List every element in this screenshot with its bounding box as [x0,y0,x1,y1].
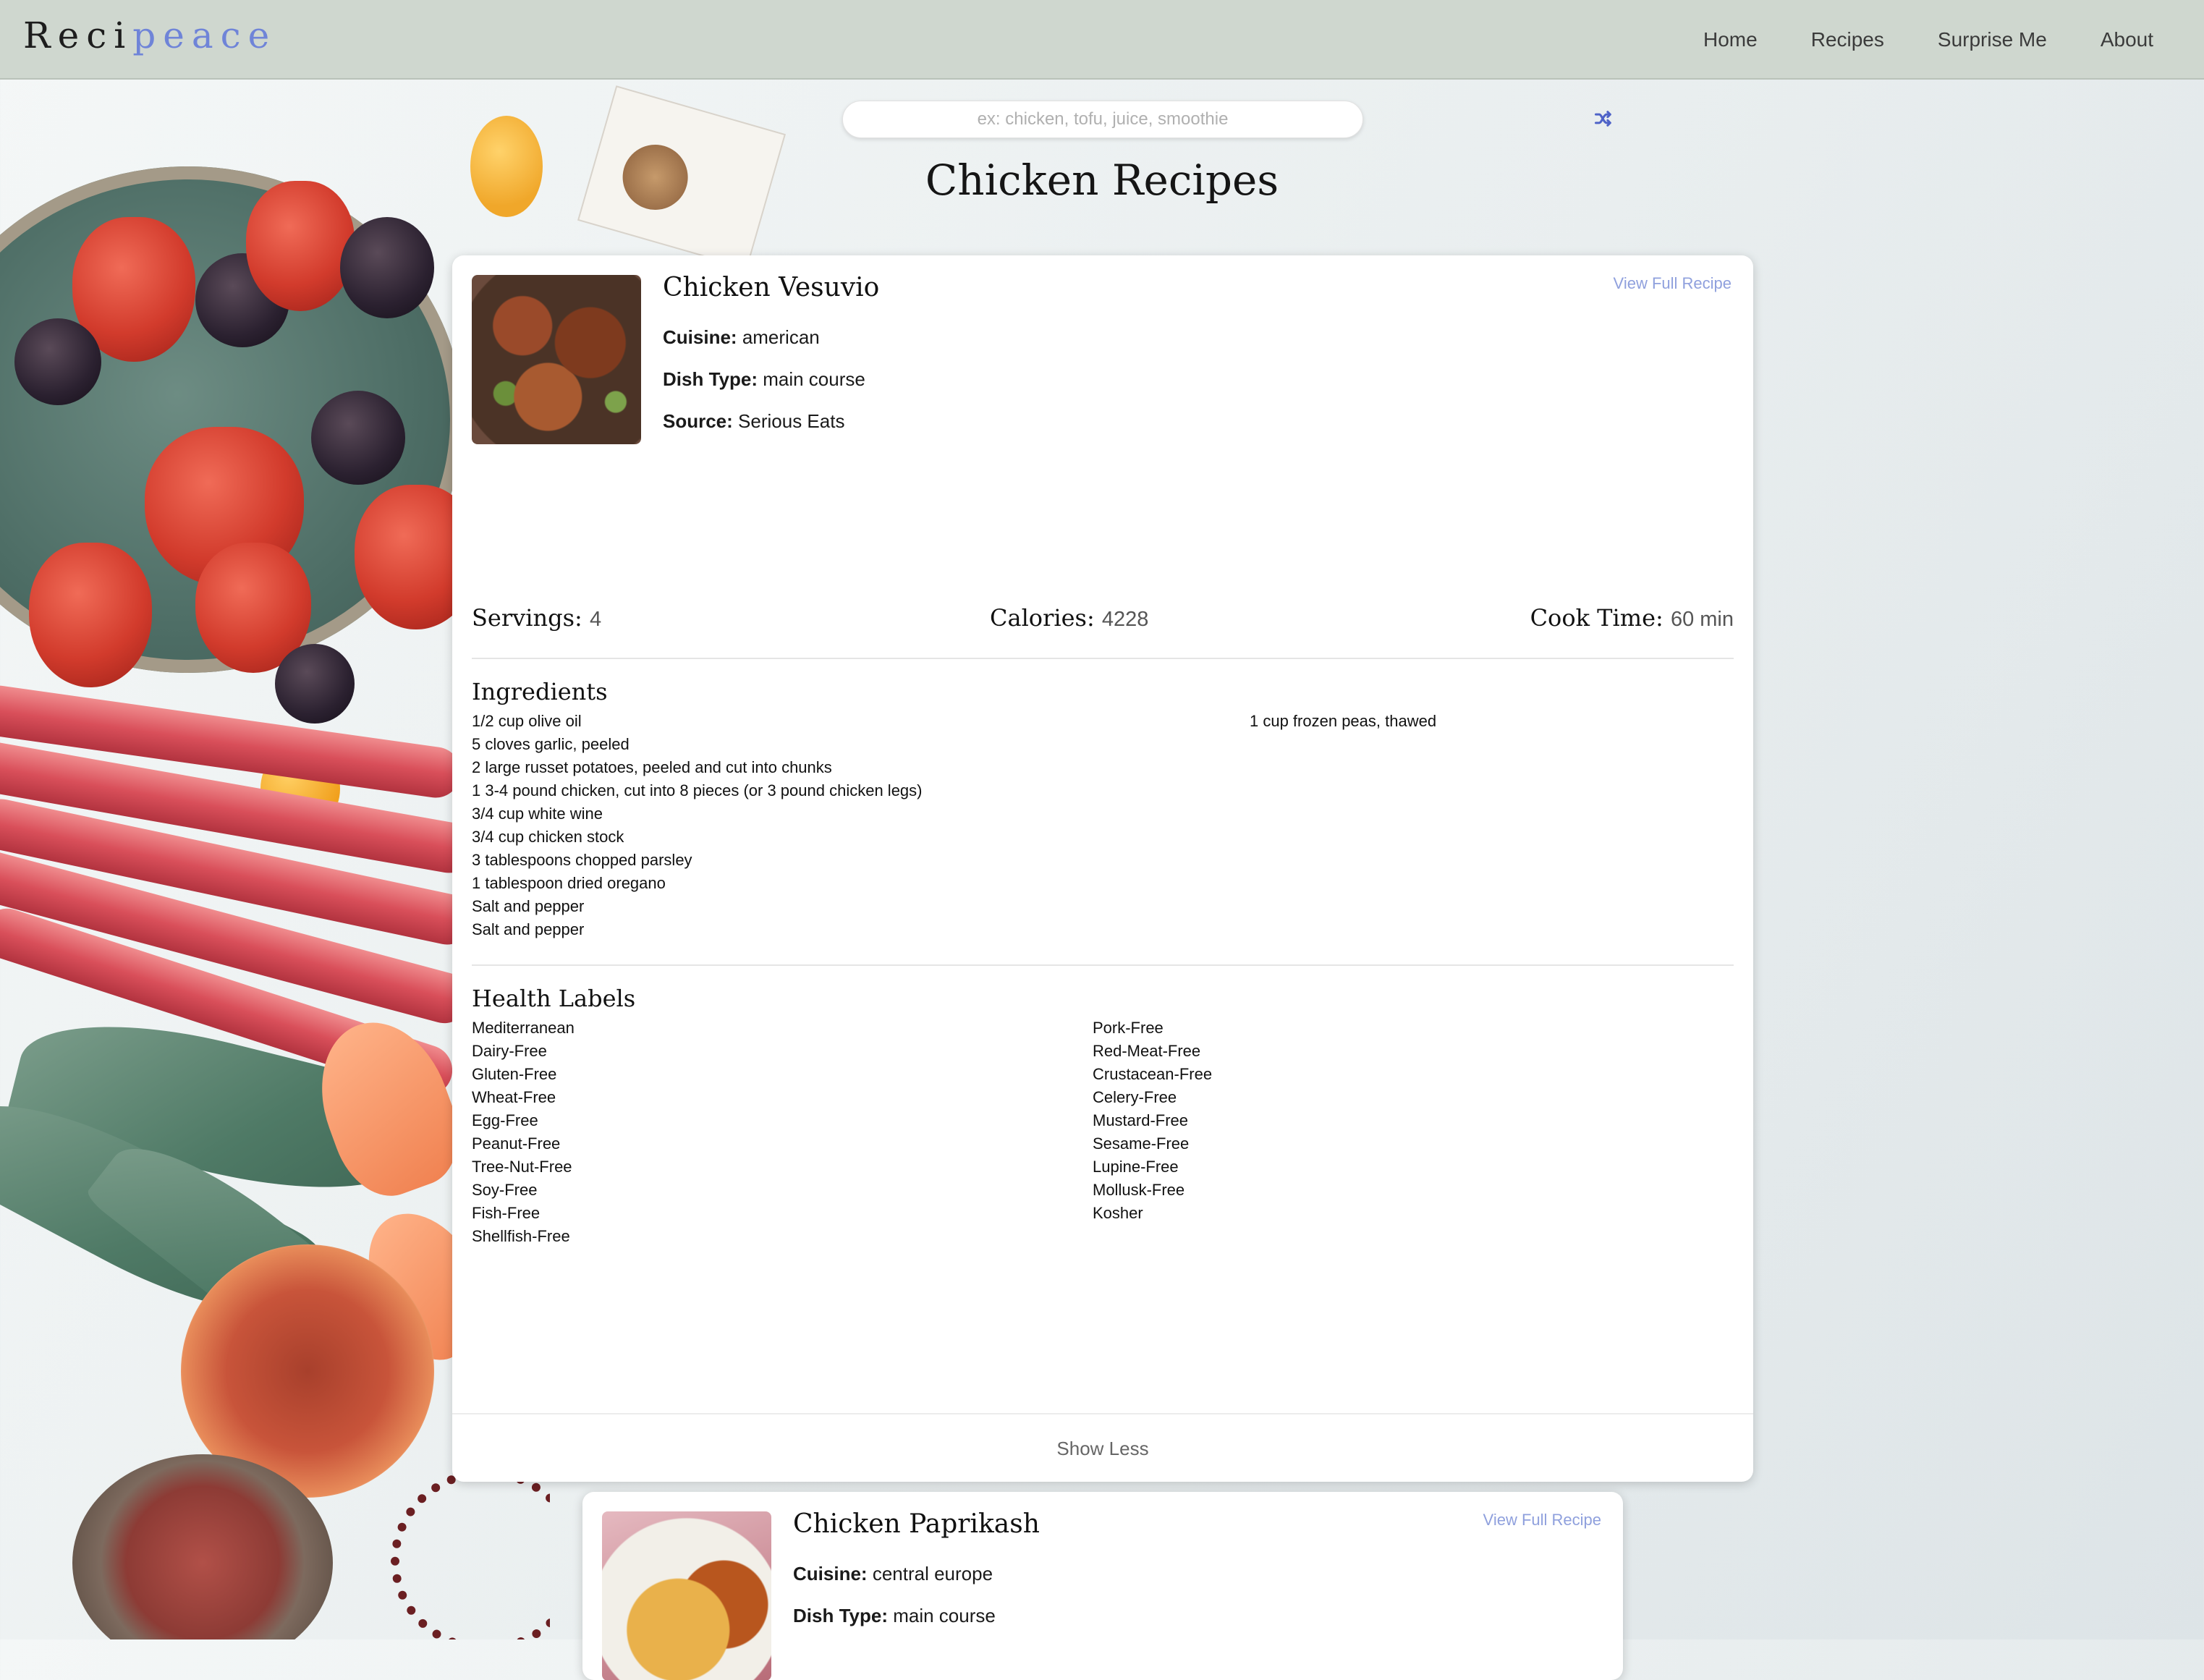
cook-time-label: Cook Time: [1530,604,1663,632]
servings-label: Servings: [472,604,582,632]
cuisine-value: american [742,326,820,348]
servings-value: 4 [589,608,602,631]
health-label-item: Tree-Nut-Free [472,1158,572,1176]
divider [472,964,1734,966]
nav-link-about[interactable]: About [2101,28,2153,51]
brand-suffix: peace [132,14,277,56]
brand-prefix: Reci [23,14,133,56]
search-input[interactable] [842,101,1363,138]
dish-type-value: main course [763,368,865,390]
recipe-card-expanded: Chicken Vesuvio View Full Recipe Cuisine… [452,255,1753,1482]
top-navbar: Recipeace Home Recipes Surprise Me About [0,0,2204,80]
bead-decoration [391,1469,550,1639]
health-label-item: Mustard-Free [1093,1111,1189,1129]
ingredient-item: 1/2 cup olive oil [472,712,582,730]
cuisine-field: Cuisine: american [663,326,820,349]
divider [472,658,1734,659]
calories-label: Calories: [990,604,1095,632]
health-label-item: Egg-Free [472,1111,538,1129]
cuisine-label: Cuisine: [793,1563,868,1584]
health-label-item: Peanut-Free [472,1134,561,1153]
show-less-button[interactable]: Show Less [1056,1438,1148,1460]
recipe-stats: Servings: 4 Calories: 4228 Cook Time: 60… [472,604,1734,640]
dish-type-field: Dish Type: main course [793,1605,996,1627]
nav-links: Home Recipes Surprise Me About [1703,0,2153,80]
health-labels-heading: Health Labels [472,985,636,1012]
ingredient-item: 2 large russet potatoes, peeled and cut … [472,758,832,776]
page-title: Chicken Recipes [925,156,1279,205]
cuisine-label: Cuisine: [663,326,737,348]
dish-type-label: Dish Type: [793,1605,888,1626]
recipe-thumbnail[interactable] [472,275,641,444]
source-value: Serious Eats [738,410,845,432]
dish-type-field: Dish Type: main course [663,368,865,391]
health-labels-col2: Pork-Free Red-Meat-Free Crustacean-Free … [1093,1017,1212,1225]
ingredient-item: 1 tablespoon dried oregano [472,874,666,892]
brand-logo[interactable]: Recipeace [23,14,276,56]
health-label-item: Pork-Free [1093,1019,1164,1037]
ingredients-list-col2: 1 cup frozen peas, thawed [1250,710,1436,733]
cuisine-value: central europe [872,1563,993,1584]
source-label: Source: [663,410,733,432]
nav-link-surprise-me[interactable]: Surprise Me [1938,28,2047,51]
ingredient-item: 3/4 cup white wine [472,805,603,823]
health-label-item: Wheat-Free [472,1088,556,1106]
cook-time-stat: Cook Time: 60 min [1530,604,1734,632]
health-label-item: Shellfish-Free [472,1227,570,1245]
recipe-thumbnail[interactable] [602,1511,771,1680]
cuisine-field: Cuisine: central europe [793,1563,993,1585]
card-footer: Show Less [452,1413,1753,1482]
ingredient-item: 3/4 cup chicken stock [472,828,624,846]
ingredient-item: 5 cloves garlic, peeled [472,735,630,753]
ingredient-item: Salt and pepper [472,920,585,938]
view-full-recipe-link[interactable]: View Full Recipe [1483,1511,1601,1530]
ingredient-item: 3 tablespoons chopped parsley [472,851,692,869]
nav-link-home[interactable]: Home [1703,28,1758,51]
dish-type-value: main course [893,1605,996,1626]
recipe-title: Chicken Vesuvio [663,273,880,302]
nav-link-recipes[interactable]: Recipes [1811,28,1884,51]
cook-time-value: 60 min [1670,608,1734,631]
health-label-item: Kosher [1093,1204,1143,1222]
health-label-item: Dairy-Free [472,1042,547,1060]
source-field: Source: Serious Eats [663,410,844,433]
health-labels-col1: Mediterranean Dairy-Free Gluten-Free Whe… [472,1017,575,1248]
recipe-title: Chicken Paprikash [793,1509,1040,1539]
health-label-item: Lupine-Free [1093,1158,1179,1176]
ingredient-item: Salt and pepper [472,897,585,915]
ingredient-item: 1 cup frozen peas, thawed [1250,712,1437,730]
health-label-item: Mollusk-Free [1093,1181,1185,1199]
recipe-card: Chicken Paprikash View Full Recipe Cuisi… [582,1492,1623,1680]
health-label-item: Crustacean-Free [1093,1065,1213,1083]
health-label-item: Mediterranean [472,1019,575,1037]
health-label-item: Sesame-Free [1093,1134,1190,1153]
calories-stat: Calories: 4228 [990,604,1148,632]
health-label-item: Red-Meat-Free [1093,1042,1201,1060]
ingredient-item: 1 3-4 pound chicken, cut into 8 pieces (… [472,781,923,799]
health-label-item: Celery-Free [1093,1088,1177,1106]
ingredients-list-col1: 1/2 cup olive oil 5 cloves garlic, peele… [472,710,923,941]
dish-type-label: Dish Type: [663,368,758,390]
health-label-item: Soy-Free [472,1181,538,1199]
servings-stat: Servings: 4 [472,604,601,632]
calories-value: 4228 [1101,608,1149,631]
shuffle-icon[interactable] [1593,109,1614,129]
ingredients-heading: Ingredients [472,678,608,705]
health-label-item: Fish-Free [472,1204,541,1222]
view-full-recipe-link[interactable]: View Full Recipe [1614,274,1732,293]
health-label-item: Gluten-Free [472,1065,557,1083]
